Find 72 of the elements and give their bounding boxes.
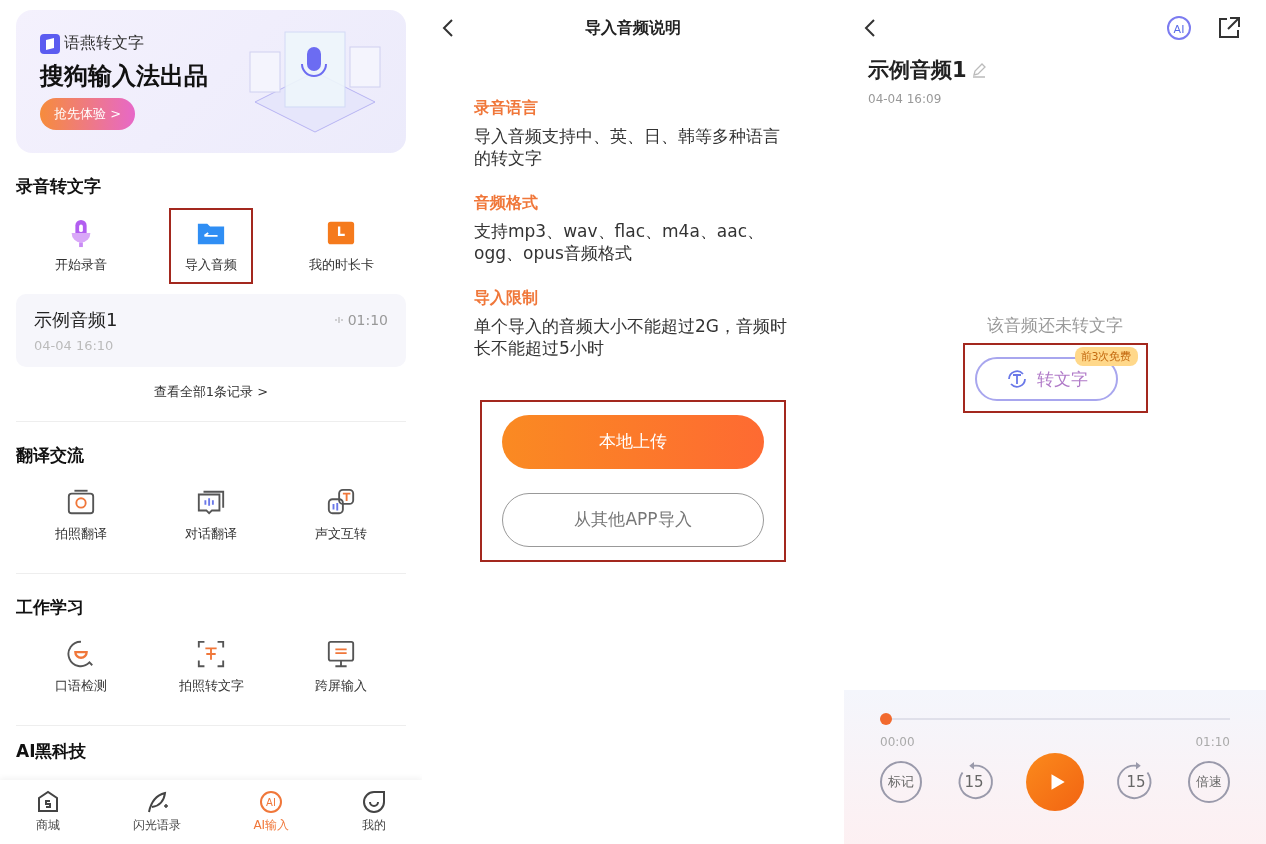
player-text-button[interactable]: 标记 <box>880 761 922 803</box>
info-text: 支持mp3、wav、flac、m4a、aac、ogg、opus音频格式 <box>474 220 765 265</box>
elapsed-time: 00:00 <box>880 735 915 749</box>
recording-card[interactable]: 示例音频1 04-04 16:10 01:10 <box>16 294 406 367</box>
waveform-icon <box>333 315 344 325</box>
share-icon[interactable] <box>1216 15 1242 41</box>
monitor-icon <box>326 639 356 669</box>
tab-item[interactable]: 闪光语录 <box>132 790 181 834</box>
promo-banner[interactable]: 语燕转文字 搜狗输入法出品 抢先体验 > <box>16 10 406 153</box>
pencil-icon[interactable] <box>970 62 987 78</box>
progress-thumb[interactable] <box>880 713 892 725</box>
tool-label: 拍照翻译 <box>55 525 107 543</box>
back-icon[interactable] <box>442 18 454 38</box>
tool-tile[interactable]: 对话翻译 <box>169 477 253 553</box>
smile-face-icon <box>361 790 386 814</box>
recording-date: 04-04 16:10 <box>34 338 115 353</box>
tool-tile[interactable]: 口语检测 <box>39 629 123 705</box>
section-heading: 工作学习 <box>16 596 85 619</box>
tab-label: 闪光语录 <box>132 817 181 834</box>
tool-tile[interactable]: 开始录音 <box>39 208 123 284</box>
tab-label: 我的 <box>361 817 386 834</box>
tool-tile[interactable]: 导入音频 <box>169 208 253 284</box>
tool-tile[interactable]: 我的时长卡 <box>292 208 390 284</box>
play-button[interactable] <box>1026 753 1084 811</box>
brand-name: 语燕转文字 <box>64 33 144 54</box>
tool-tile[interactable]: 跨屏输入 <box>299 629 383 705</box>
tool-label: 拍照转文字 <box>178 677 244 695</box>
total-time: 01:10 <box>1195 735 1230 749</box>
back-icon[interactable] <box>864 18 876 38</box>
recording-title: 示例音频1 <box>868 57 967 84</box>
tool-label: 开始录音 <box>55 256 107 274</box>
voice-text-swap-icon <box>326 487 356 517</box>
tab-item[interactable]: 我的 <box>361 790 386 834</box>
forward-button[interactable]: 15 <box>1115 761 1157 803</box>
tab-label: AI输入 <box>253 817 290 834</box>
tool-tile[interactable]: 拍照转文字 <box>162 629 260 705</box>
info-text: 单个导入的音频大小不能超过2G，音频时长不能超过5小时 <box>474 315 788 360</box>
view-all-link[interactable]: 查看全部1条记录 > <box>153 383 269 401</box>
tab-label: 商城 <box>36 817 61 834</box>
app-logo-icon <box>40 33 60 54</box>
tool-tile[interactable]: 声文互转 <box>299 477 383 553</box>
player-text-button[interactable]: 倍速 <box>1188 761 1230 803</box>
recording-title: 示例音频1 <box>34 308 118 332</box>
tool-label: 声文互转 <box>315 525 367 543</box>
tool-label: 对话翻译 <box>185 525 237 543</box>
info-heading: 录音语言 <box>474 98 539 119</box>
info-text: 导入音频支持中、英、日、韩等多种语言的转文字 <box>474 125 781 170</box>
banner-headline: 搜狗输入法出品 <box>40 61 208 92</box>
info-heading: 音频格式 <box>474 193 539 215</box>
recording-date: 04-04 16:09 <box>867 91 943 108</box>
camera-icon <box>66 487 96 517</box>
free-trial-badge: 前3次免费 <box>1074 347 1138 366</box>
rewind-button[interactable]: 15 <box>953 761 995 803</box>
ai-icon: AI <box>259 790 284 814</box>
tool-label: 跨屏输入 <box>315 677 367 695</box>
shop-bag-icon <box>36 790 61 814</box>
tool-label: 口语检测 <box>55 677 107 695</box>
tool-label: 我的时长卡 <box>308 256 374 274</box>
scan-text-icon <box>196 639 226 669</box>
info-heading: 导入限制 <box>474 288 539 310</box>
tool-label: 导入音频 <box>185 256 237 274</box>
section-heading: AI黑科技 <box>16 740 88 763</box>
import-button[interactable]: 从其他APP导入 <box>502 492 764 547</box>
empty-state-text: 该音频还未转文字 <box>987 314 1123 337</box>
tab-item[interactable]: 商城 <box>36 790 61 834</box>
recording-duration: 01:10 <box>347 312 388 328</box>
section-heading: 翻译交流 <box>16 444 85 467</box>
tool-tile[interactable]: 拍照翻译 <box>39 477 123 553</box>
speech-check-icon <box>66 639 96 669</box>
ai-icon[interactable]: AI <box>1166 15 1192 41</box>
page-title: 导入音频说明 <box>585 17 681 39</box>
section-heading: 录音转文字 <box>16 175 102 198</box>
